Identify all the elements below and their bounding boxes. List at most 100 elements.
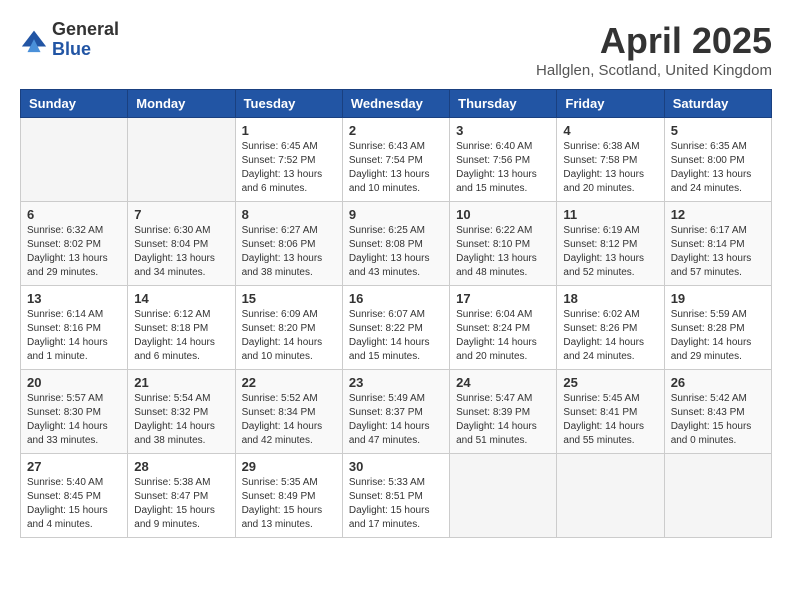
day-number: 8 — [242, 207, 336, 222]
day-number: 25 — [563, 375, 657, 390]
calendar-week-row: 13Sunrise: 6:14 AM Sunset: 8:16 PM Dayli… — [21, 286, 772, 370]
weekday-header-friday: Friday — [557, 90, 664, 118]
day-number: 15 — [242, 291, 336, 306]
day-number: 12 — [671, 207, 765, 222]
day-number: 17 — [456, 291, 550, 306]
logo-general-text: General — [52, 20, 119, 40]
day-number: 4 — [563, 123, 657, 138]
day-info: Sunrise: 6:32 AM Sunset: 8:02 PM Dayligh… — [27, 224, 121, 280]
calendar-cell: 27Sunrise: 5:40 AM Sunset: 8:45 PM Dayli… — [21, 454, 128, 538]
day-info: Sunrise: 6:12 AM Sunset: 8:18 PM Dayligh… — [134, 308, 228, 364]
calendar-cell: 30 Sunrise: 5:33 AM Sunset: 8:51 PM Dayli… — [342, 454, 449, 538]
calendar-cell: 29Sunrise: 5:35 AM Sunset: 8:49 PM Dayli… — [235, 454, 342, 538]
logo-blue-text: Blue — [52, 40, 119, 60]
day-info: Sunrise: 6:35 AM Sunset: 8:00 PM Dayligh… — [671, 140, 765, 196]
day-number: 26 — [671, 375, 765, 390]
day-info: Sunrise: 6:07 AM Sunset: 8:22 PM Dayligh… — [349, 308, 443, 364]
page-header: General Blue April 2025 Hallglen, Scotla… — [20, 20, 772, 79]
day-info: Sunrise: 6:25 AM Sunset: 8:08 PM Dayligh… — [349, 224, 443, 280]
calendar-cell: 22 Sunrise: 5:52 AM Sunset: 8:34 PM Dayli… — [235, 370, 342, 454]
day-number: 20 — [27, 375, 121, 390]
day-info: Sunrise: 5:42 AM Sunset: 8:43 PM Dayligh… — [671, 392, 765, 448]
calendar-cell — [450, 454, 557, 538]
day-info: Sunrise: 5:38 AM Sunset: 8:47 PM Dayligh… — [134, 476, 228, 532]
day-number: 14 — [134, 291, 228, 306]
weekday-header-wednesday: Wednesday — [342, 90, 449, 118]
weekday-header-tuesday: Tuesday — [235, 90, 342, 118]
weekday-header-thursday: Thursday — [450, 90, 557, 118]
day-info: Sunrise: 6:40 AM Sunset: 7:56 PM Dayligh… — [456, 140, 550, 196]
calendar-cell: 10 Sunrise: 6:22 AM Sunset: 8:10 PM Dayli… — [450, 202, 557, 286]
calendar-cell: 25 Sunrise: 5:45 AM Sunset: 8:41 PM Dayli… — [557, 370, 664, 454]
calendar-cell: 4 Sunrise: 6:38 AM Sunset: 7:58 PM Daylig… — [557, 118, 664, 202]
day-info: Sunrise: 5:57 AM Sunset: 8:30 PM Dayligh… — [27, 392, 121, 448]
day-number: 3 — [456, 123, 550, 138]
calendar-cell: 26 Sunrise: 5:42 AM Sunset: 8:43 PM Dayli… — [664, 370, 771, 454]
calendar-cell: 28 Sunrise: 5:38 AM Sunset: 8:47 PM Dayli… — [128, 454, 235, 538]
title-block: April 2025 Hallglen, Scotland, United Ki… — [536, 20, 772, 79]
calendar-cell — [664, 454, 771, 538]
day-number: 1 — [242, 123, 336, 138]
calendar-cell — [128, 118, 235, 202]
calendar-week-row: 1 Sunrise: 6:45 AM Sunset: 7:52 PM Daylig… — [21, 118, 772, 202]
calendar-cell: 2Sunrise: 6:43 AM Sunset: 7:54 PM Daylig… — [342, 118, 449, 202]
day-info: Sunrise: 6:19 AM Sunset: 8:12 PM Dayligh… — [563, 224, 657, 280]
day-info: Sunrise: 5:40 AM Sunset: 8:45 PM Dayligh… — [27, 476, 121, 532]
day-number: 11 — [563, 207, 657, 222]
day-info: Sunrise: 6:38 AM Sunset: 7:58 PM Dayligh… — [563, 140, 657, 196]
day-number: 10 — [456, 207, 550, 222]
day-info: Sunrise: 5:54 AM Sunset: 8:32 PM Dayligh… — [134, 392, 228, 448]
calendar-cell: 17 Sunrise: 6:04 AM Sunset: 8:24 PM Dayli… — [450, 286, 557, 370]
day-info: Sunrise: 6:43 AM Sunset: 7:54 PM Dayligh… — [349, 140, 443, 196]
day-number: 18 — [563, 291, 657, 306]
day-info: Sunrise: 5:59 AM Sunset: 8:28 PM Dayligh… — [671, 308, 765, 364]
day-info: Sunrise: 5:33 AM Sunset: 8:51 PM Dayligh… — [349, 476, 443, 532]
day-info: Sunrise: 6:22 AM Sunset: 8:10 PM Dayligh… — [456, 224, 550, 280]
day-info: Sunrise: 6:04 AM Sunset: 8:24 PM Dayligh… — [456, 308, 550, 364]
day-info: Sunrise: 6:45 AM Sunset: 7:52 PM Dayligh… — [242, 140, 336, 196]
calendar-week-row: 6 Sunrise: 6:32 AM Sunset: 8:02 PM Daylig… — [21, 202, 772, 286]
logo-icon — [20, 26, 48, 54]
day-info: Sunrise: 5:52 AM Sunset: 8:34 PM Dayligh… — [242, 392, 336, 448]
weekday-header-saturday: Saturday — [664, 90, 771, 118]
calendar-cell: 8 Sunrise: 6:27 AM Sunset: 8:06 PM Daylig… — [235, 202, 342, 286]
calendar-cell: 14 Sunrise: 6:12 AM Sunset: 8:18 PM Dayli… — [128, 286, 235, 370]
day-info: Sunrise: 5:49 AM Sunset: 8:37 PM Dayligh… — [349, 392, 443, 448]
day-number: 30 — [349, 459, 443, 474]
day-info: Sunrise: 6:17 AM Sunset: 8:14 PM Dayligh… — [671, 224, 765, 280]
calendar-cell: 13Sunrise: 6:14 AM Sunset: 8:16 PM Dayli… — [21, 286, 128, 370]
day-number: 23 — [349, 375, 443, 390]
calendar-cell: 16 Sunrise: 6:07 AM Sunset: 8:22 PM Dayli… — [342, 286, 449, 370]
calendar-cell: 1 Sunrise: 6:45 AM Sunset: 7:52 PM Daylig… — [235, 118, 342, 202]
month-title: April 2025 — [536, 20, 772, 62]
calendar-cell — [21, 118, 128, 202]
calendar-cell: 9Sunrise: 6:25 AM Sunset: 8:08 PM Daylig… — [342, 202, 449, 286]
calendar-cell: 5 Sunrise: 6:35 AM Sunset: 8:00 PM Daylig… — [664, 118, 771, 202]
day-info: Sunrise: 5:45 AM Sunset: 8:41 PM Dayligh… — [563, 392, 657, 448]
calendar-cell: 19Sunrise: 5:59 AM Sunset: 8:28 PM Dayli… — [664, 286, 771, 370]
calendar-cell: 11 Sunrise: 6:19 AM Sunset: 8:12 PM Dayli… — [557, 202, 664, 286]
calendar-cell: 24Sunrise: 5:47 AM Sunset: 8:39 PM Dayli… — [450, 370, 557, 454]
day-number: 6 — [27, 207, 121, 222]
day-number: 16 — [349, 291, 443, 306]
day-number: 7 — [134, 207, 228, 222]
logo: General Blue — [20, 20, 119, 60]
calendar-cell: 7Sunrise: 6:30 AM Sunset: 8:04 PM Daylig… — [128, 202, 235, 286]
calendar-cell — [557, 454, 664, 538]
day-number: 29 — [242, 459, 336, 474]
day-number: 24 — [456, 375, 550, 390]
weekday-header-sunday: Sunday — [21, 90, 128, 118]
day-number: 28 — [134, 459, 228, 474]
day-info: Sunrise: 6:02 AM Sunset: 8:26 PM Dayligh… — [563, 308, 657, 364]
day-info: Sunrise: 6:27 AM Sunset: 8:06 PM Dayligh… — [242, 224, 336, 280]
weekday-header-monday: Monday — [128, 90, 235, 118]
day-number: 13 — [27, 291, 121, 306]
calendar-week-row: 20 Sunrise: 5:57 AM Sunset: 8:30 PM Dayli… — [21, 370, 772, 454]
location-text: Hallglen, Scotland, United Kingdom — [536, 62, 772, 79]
calendar-week-row: 27Sunrise: 5:40 AM Sunset: 8:45 PM Dayli… — [21, 454, 772, 538]
day-number: 22 — [242, 375, 336, 390]
day-number: 5 — [671, 123, 765, 138]
calendar-cell: 6 Sunrise: 6:32 AM Sunset: 8:02 PM Daylig… — [21, 202, 128, 286]
calendar-cell: 21Sunrise: 5:54 AM Sunset: 8:32 PM Dayli… — [128, 370, 235, 454]
day-info: Sunrise: 6:09 AM Sunset: 8:20 PM Dayligh… — [242, 308, 336, 364]
